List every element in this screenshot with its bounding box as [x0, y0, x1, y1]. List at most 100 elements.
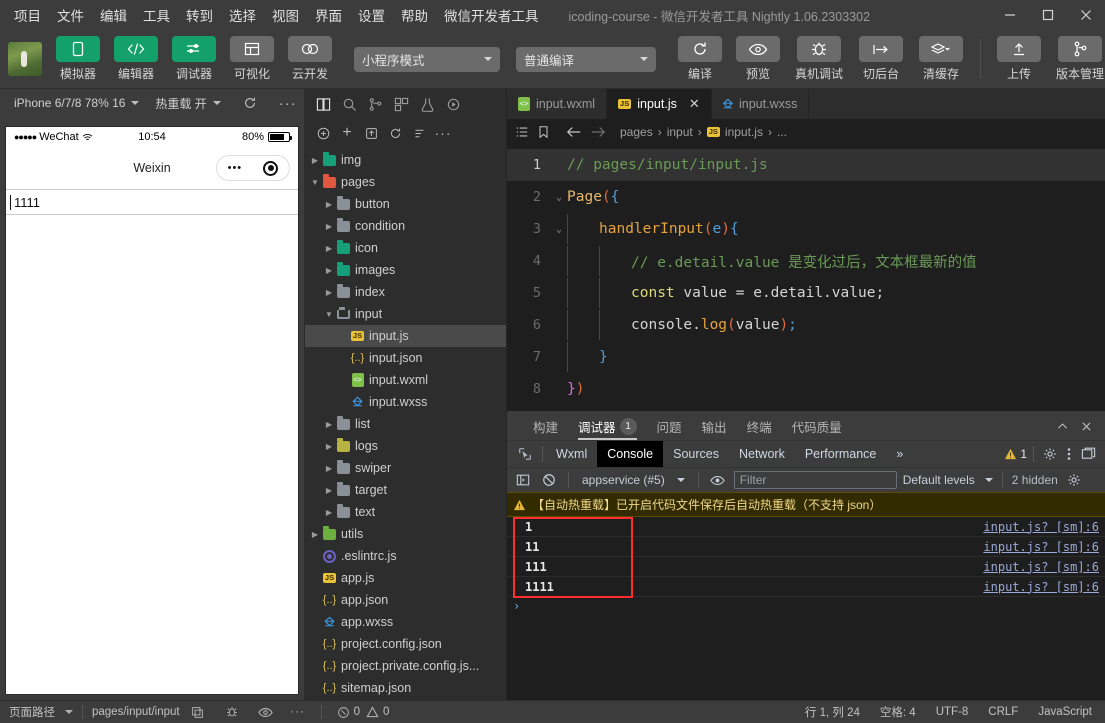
debugger-tab[interactable]: 输出 [692, 412, 737, 440]
dock-icon[interactable] [1078, 447, 1099, 461]
user-avatar[interactable] [8, 42, 42, 76]
code-line[interactable]: 3 ⌄ handlerInput(e){ [507, 213, 1105, 245]
menu-item[interactable]: 文件 [49, 1, 92, 29]
tree-folder[interactable]: ▶ icon [305, 237, 506, 259]
console-output[interactable]: 【自动热重载】已开启代码文件保存后自动热重载（不支持 json） 1 input.… [507, 492, 1105, 700]
code-line[interactable]: 5 const value = e.detail.value; [507, 277, 1105, 309]
menu-item[interactable]: 项目 [6, 1, 49, 29]
debugger-tab[interactable]: 问题 [647, 412, 692, 440]
code-editor[interactable]: 1// pages/input/input.js 2 ⌄ Page({3 ⌄ handle… [507, 145, 1105, 411]
menu-item[interactable]: 转到 [178, 1, 221, 29]
devtools-tab[interactable]: Sources [663, 441, 729, 468]
code-line[interactable]: 8}) [507, 373, 1105, 405]
devtools-tab[interactable]: Wxml [546, 441, 597, 468]
maximize-icon[interactable] [1029, 0, 1067, 30]
tree-folder[interactable]: ▶ img [305, 149, 506, 171]
toolbar-button-compile[interactable]: 编译 [674, 36, 726, 82]
chevron-icon[interactable]: ▶ [323, 442, 335, 451]
arrow-left-icon[interactable] [566, 125, 582, 139]
toolbar-button-background[interactable]: 切后台 [854, 36, 908, 82]
breadcrumb-item[interactable]: pages [620, 125, 653, 139]
bookmark-icon[interactable] [537, 125, 550, 139]
upload-icon[interactable] [361, 123, 381, 143]
tree-file[interactable]: JS input.js [305, 325, 506, 347]
tree-folder[interactable]: ▼ input [305, 303, 506, 325]
arrow-right-icon[interactable] [590, 125, 606, 139]
menu-item[interactable]: 编辑 [92, 1, 135, 29]
editor-tab[interactable]: JS input.js ✕ [607, 89, 712, 119]
menu-item[interactable]: 帮助 [393, 1, 436, 29]
branch-icon[interactable] [363, 92, 387, 116]
tree-file[interactable]: {..} sitemap.json [305, 677, 506, 699]
tree-file[interactable]: ⎒ input.wxss [305, 391, 506, 413]
debugger-tab[interactable]: 终端 [737, 412, 782, 440]
console-filter-input[interactable]: Filter [733, 471, 897, 489]
eye-icon[interactable] [708, 470, 728, 490]
gear-icon[interactable] [1040, 447, 1060, 461]
chevron-icon[interactable]: ▶ [323, 464, 335, 473]
tree-file[interactable]: .eslintrc.js [305, 545, 506, 567]
chevron-icon[interactable]: ▶ [323, 508, 335, 517]
chevron-icon[interactable]: ▶ [323, 244, 335, 253]
chevron-icon[interactable]: ▶ [323, 420, 335, 429]
close-icon[interactable] [1075, 415, 1097, 437]
breadcrumb-item[interactable]: input.js [725, 125, 763, 139]
menu-item[interactable]: 设置 [350, 1, 393, 29]
sidebar-toggle-icon[interactable] [513, 470, 533, 490]
more-icon[interactable]: ··· [433, 123, 453, 143]
fold-indicator[interactable]: ⌄ [551, 224, 567, 235]
menu-item[interactable]: 界面 [307, 1, 350, 29]
chevron-up-icon[interactable] [1051, 415, 1073, 437]
copy-icon[interactable] [189, 706, 207, 719]
tree-folder[interactable]: ▶ button [305, 193, 506, 215]
console-log-row[interactable]: 111 input.js? [sm]:6 [507, 557, 1105, 577]
minimize-icon[interactable] [991, 0, 1029, 30]
search-icon[interactable] [337, 92, 361, 116]
new-file-icon[interactable] [313, 123, 333, 143]
clear-console-icon[interactable] [539, 470, 559, 490]
add-folder-icon[interactable]: + [337, 123, 357, 143]
tree-folder[interactable]: ▶ list [305, 413, 506, 435]
tree-file[interactable]: {..} input.json [305, 347, 506, 369]
menu-item[interactable]: 视图 [264, 1, 307, 29]
files-icon[interactable] [311, 92, 335, 116]
chevron-icon[interactable]: ▶ [323, 222, 335, 231]
tree-file[interactable]: ⎒ app.wxss [305, 611, 506, 633]
tree-folder[interactable]: ▶ text [305, 501, 506, 523]
code-line[interactable]: 4 // e.detail.value 是变化过后，文本框最新的值 [507, 245, 1105, 277]
close-icon[interactable]: ✕ [689, 96, 700, 112]
bug-icon[interactable] [223, 705, 241, 719]
device-select[interactable]: iPhone 6/7/8 78% 16 [6, 96, 147, 110]
extensions-icon[interactable] [389, 92, 413, 116]
console-prompt[interactable]: › [507, 597, 1105, 615]
code-line[interactable]: 2 ⌄ Page({ [507, 181, 1105, 213]
tree-file[interactable]: {..} app.json [305, 589, 506, 611]
menu-item[interactable]: 工具 [135, 1, 178, 29]
chevron-icon[interactable]: ▶ [323, 200, 335, 209]
simulator-more-button[interactable]: ··· [271, 95, 305, 112]
devtools-warning-count[interactable]: 1 [1004, 447, 1027, 461]
devtools-tab[interactable]: Network [729, 441, 795, 468]
toolbar-button-clearcache[interactable]: 清缓存 [914, 36, 968, 82]
outline-icon[interactable] [515, 125, 529, 139]
chevron-icon[interactable]: ▶ [309, 156, 321, 165]
mode-select[interactable]: 小程序模式 [354, 46, 500, 72]
tree-folder[interactable]: ▶ target [305, 479, 506, 501]
more-icon[interactable]: ··· [289, 706, 307, 718]
menu-item[interactable]: 选择 [221, 1, 264, 29]
chevron-icon[interactable]: ▼ [323, 310, 335, 319]
chevron-icon[interactable]: ▶ [323, 486, 335, 495]
tree-file[interactable]: <> input.wxml [305, 369, 506, 391]
devtools-overflow-button[interactable]: » [886, 441, 913, 468]
toolbar-button-cloud[interactable]: 云开发 [284, 36, 336, 82]
code-line[interactable]: 1 // pages/input/input.js [507, 149, 1105, 181]
chevron-icon[interactable]: ▶ [323, 288, 335, 297]
refresh-icon[interactable] [385, 123, 405, 143]
tree-folder[interactable]: ▶ logs [305, 435, 506, 457]
chevron-icon[interactable]: ▶ [309, 530, 321, 539]
tree-folder[interactable]: ▼ pages [305, 171, 506, 193]
toolbar-button-editor[interactable]: 编辑器 [110, 36, 162, 82]
gear-icon[interactable] [1064, 470, 1084, 490]
console-log-source[interactable]: input.js? [sm]:6 [983, 520, 1099, 534]
kebab-icon[interactable] [1063, 447, 1075, 461]
